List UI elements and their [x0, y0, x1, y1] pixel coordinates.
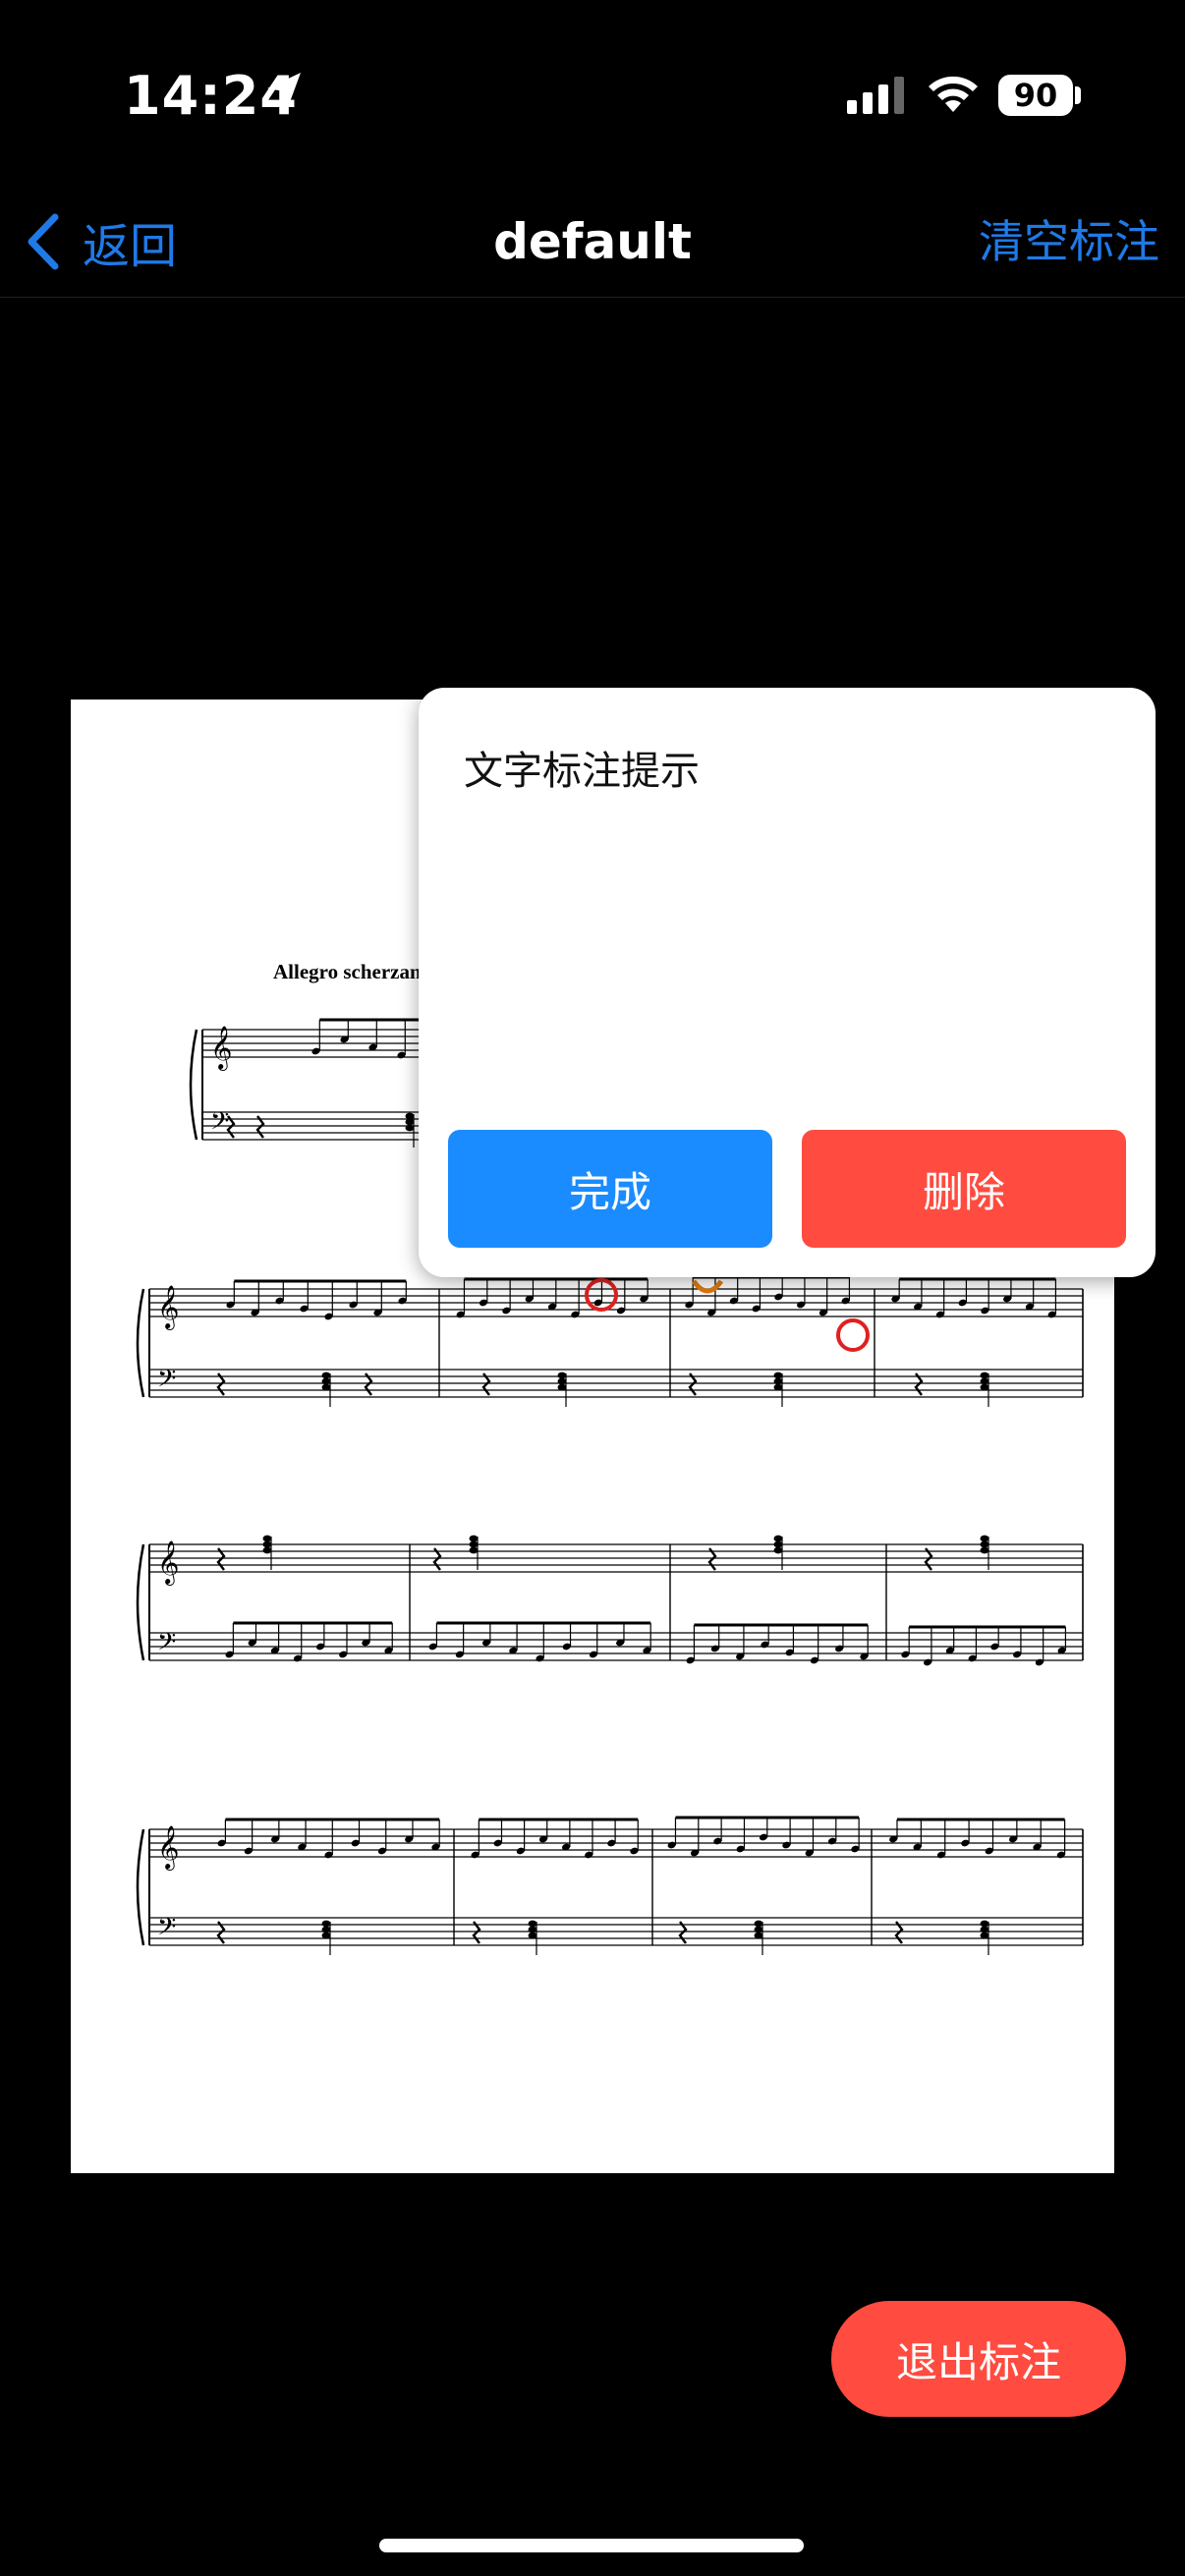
home-indicator [379, 2539, 804, 2552]
clear-annotations-button[interactable]: 清空标注 [979, 202, 1159, 281]
battery-cap [1075, 86, 1081, 104]
battery-indicator: 90 [998, 75, 1073, 116]
cellular-signal-icon [847, 77, 904, 114]
status-bar: 14:24 90 [0, 0, 1185, 187]
svg-text:𝄢: 𝄢 [157, 1628, 176, 1662]
tempo-marking: Allegro scherzando [273, 960, 443, 983]
delete-button[interactable]: 删除 [802, 1130, 1126, 1248]
svg-text:𝄞: 𝄞 [210, 1026, 232, 1071]
svg-text:𝄞: 𝄞 [157, 1285, 179, 1330]
back-button[interactable]: 返回 [26, 202, 177, 281]
text-annotation-popup: 文字标注提示 完成 删除 [419, 688, 1156, 1277]
annotation-markers [585, 1278, 870, 1352]
annotation-marker-red [836, 1318, 870, 1352]
chevron-left-icon [28, 213, 59, 270]
svg-text:𝄢: 𝄢 [157, 1365, 176, 1399]
wifi-icon [929, 76, 978, 112]
back-label: 返回 [83, 219, 178, 274]
svg-text:𝄞: 𝄞 [157, 1540, 179, 1586]
svg-text:𝄢: 𝄢 [210, 1107, 229, 1142]
annotation-text-input[interactable]: 文字标注提示 [464, 739, 700, 796]
location-arrow-icon [267, 73, 301, 110]
svg-text:𝄞: 𝄞 [157, 1825, 179, 1871]
svg-text:𝄢: 𝄢 [157, 1913, 176, 1947]
navigation-bar: default 返回 清空标注 [0, 187, 1185, 298]
exit-annotation-button[interactable]: 退出标注 [831, 2301, 1126, 2417]
done-button[interactable]: 完成 [448, 1130, 772, 1248]
